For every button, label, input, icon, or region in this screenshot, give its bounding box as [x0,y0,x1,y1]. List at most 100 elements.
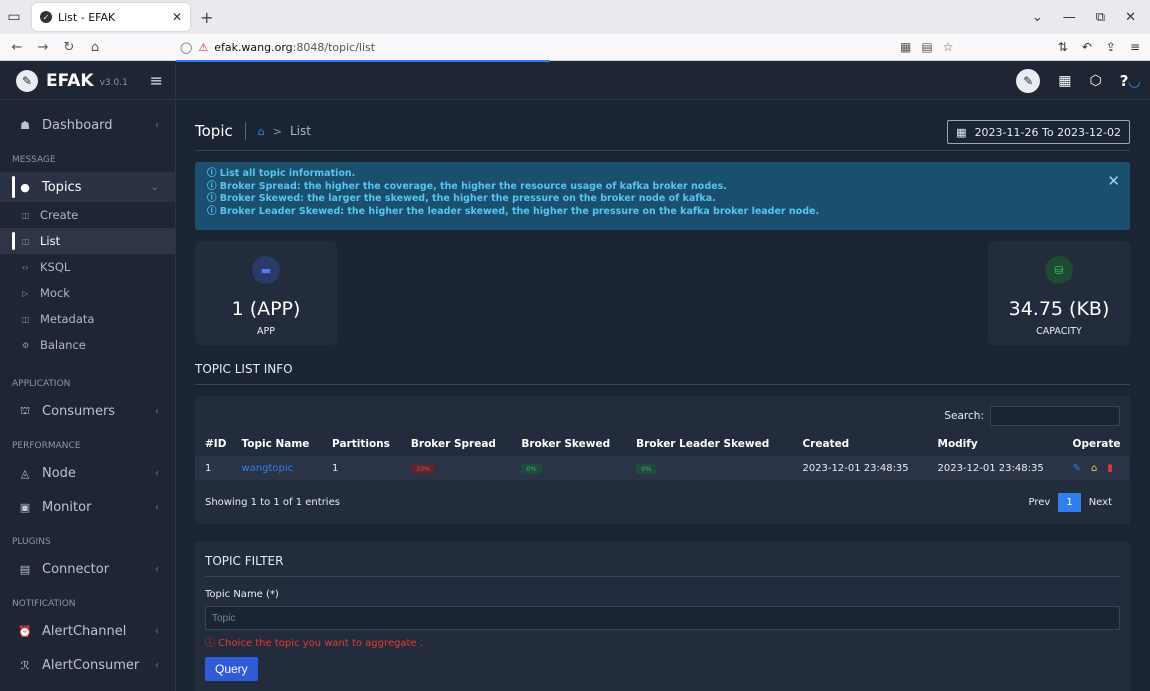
clean-icon[interactable]: ⌂ [1091,463,1097,474]
share-icon[interactable]: ⇪ [1106,40,1116,54]
browser-tab[interactable]: ✓ List - EFAK ✕ [32,3,190,31]
cube-icon[interactable]: ⬡ [1090,73,1102,89]
section-application: APPLICATION [12,379,71,389]
sidebar-sub-metadata[interactable]: ◫ Metadata [0,306,175,332]
col-topic-name[interactable]: Topic Name [232,432,323,456]
divider [205,576,1120,577]
topic-link[interactable]: wangtopic [242,463,294,474]
restore-icon[interactable]: ⧉ [1096,10,1105,25]
home-icon[interactable]: ⌂ [258,125,265,138]
sidebar-sub-label: Mock [40,286,70,300]
tab-title: List - EFAK [58,10,116,24]
insecure-lock-icon[interactable]: ⚠ [198,41,208,54]
search-label: Search: [944,410,984,422]
prev-button[interactable]: Prev [1021,493,1059,512]
sidebar-sub-create[interactable]: ◫ Create [0,202,175,228]
stat-label: APP [257,326,275,337]
dashboard-icon: ☗ [20,118,30,132]
back-icon[interactable]: ← [6,40,28,55]
alert-line: ⓘ Broker Skewed: the larger the skewed, … [207,193,716,204]
efak-logo-icon: ✎ [16,69,38,92]
help-icon[interactable]: ?◡ [1120,72,1140,90]
sidebar-item-node[interactable]: ◬ Node ‹ [0,458,175,488]
tab-list-icon[interactable]: ▭ [0,0,28,34]
edit-icon[interactable]: ✎ [1073,463,1081,474]
section-notification: NOTIFICATION [12,599,76,609]
chevron-down-icon: ⌄ [150,181,159,193]
tab-favicon-icon: ✓ [40,11,52,23]
cell-id: 1 [195,456,232,480]
delete-icon[interactable]: ▮ [1107,463,1113,474]
cell-broker-spread: 33% [400,456,512,480]
sidebar-item-label: Connector [42,561,110,577]
forward-icon[interactable]: → [32,40,54,55]
sidebar-item-consumers[interactable]: ⛫ Consumers ‹ [0,396,175,426]
sidebar-item-monitor[interactable]: ▣ Monitor ‹ [0,492,175,522]
topic-hint: ⓘ Choice the topic you want to aggregate… [205,638,423,649]
user-avatar[interactable]: ✎ [1016,68,1041,93]
topic-filter-card: TOPIC FILTER Topic Name (*) ⓘ Choice the… [195,542,1130,691]
topic-name-input[interactable] [205,606,1120,630]
close-window-icon[interactable]: ✕ [1125,10,1136,25]
metadata-icon: ◫ [22,314,30,324]
chevron-left-icon: ‹ [155,119,159,131]
stat-value: 34.75 (KB) [1008,298,1110,320]
alert-close-icon[interactable]: ✕ [1107,172,1120,190]
list-icon: ◫ [22,236,30,246]
col-broker-skewed[interactable]: Broker Skewed [511,432,626,456]
sidebar-sub-label: List [40,234,61,248]
sidebar-sub-ksql[interactable]: ‹› KSQL [0,254,175,280]
col-operate: Operate [1072,438,1121,450]
topic-table: #ID Topic Name Partitions Broker Spread … [195,432,1130,480]
sidebar-sub-balance[interactable]: ⚙ Balance [0,332,175,358]
tab-dropdown-icon[interactable]: ⌄ [1032,10,1043,25]
sidebar-item-dashboard[interactable]: ☗ Dashboard ‹ [0,110,175,140]
skewed-badge: 0% [521,463,542,474]
col-id[interactable]: #ID [195,432,232,456]
balance-icon: ⚙ [22,340,30,350]
brand: ✎ EFAK v3.0.1 ≡ [0,62,175,100]
send-icon: ▷ [22,288,29,298]
sidebar-item-label: Consumers [42,403,116,419]
col-partitions[interactable]: Partitions [322,432,401,456]
sidebar-sub-label: Metadata [40,312,95,326]
menu-icon[interactable]: ≡ [1130,40,1140,54]
table-row: 1 wangtopic 1 33% 0% 0% 2023-12-01 23:48… [195,456,1130,480]
search-input[interactable] [990,406,1120,426]
reader-icon[interactable]: ▤ [921,40,932,54]
chevron-left-icon: ‹ [155,501,159,513]
history-back-icon[interactable]: ↶ [1082,40,1092,54]
table-info: Showing 1 to 1 of 1 entries [205,497,340,508]
sidebar-sub-label: KSQL [40,260,71,274]
col-broker-spread[interactable]: Broker Spread [401,432,511,456]
col-broker-leader-skewed[interactable]: Broker Leader Skewed [626,432,792,456]
alert-user-icon: ℛ [20,658,30,672]
col-created[interactable]: Created [792,432,927,456]
address-bar[interactable]: ◯ ⚠ efak.wang.org :8048/topic/list [180,41,900,54]
apps-grid-icon[interactable]: ▦ [1058,73,1071,89]
date-range-picker[interactable]: ▦ 2023-11-26 To 2023-12-02 [947,120,1130,144]
sidebar-sub-mock[interactable]: ▷ Mock [0,280,175,306]
qr-icon[interactable]: ▦ [900,40,911,54]
col-modify[interactable]: Modify [928,432,1063,456]
new-tab-icon[interactable]: + [200,8,213,27]
sidebar-item-topics[interactable]: ● Topics ⌄ [0,172,175,202]
extensions-icon[interactable]: ⇅ [1058,40,1068,54]
home-icon[interactable]: ⌂ [84,40,106,55]
bookmark-star-icon[interactable]: ☆ [943,40,954,54]
reload-icon[interactable]: ↻ [58,40,80,55]
tab-close-icon[interactable]: ✕ [172,10,182,24]
hamburger-icon[interactable]: ≡ [150,71,163,90]
sidebar-item-connector[interactable]: ▤ Connector ‹ [0,554,175,584]
section-performance: PERFORMANCE [12,441,81,451]
query-button[interactable]: Query [205,657,258,681]
section-plugins: PLUGINS [12,537,51,547]
leader-skewed-badge: 0% [636,463,657,474]
sidebar-item-alertchannel[interactable]: ⏰ AlertChannel ‹ [0,616,175,646]
sidebar-sub-list[interactable]: ◫ List [0,228,175,254]
sidebar-item-alertconsumer[interactable]: ℛ AlertConsumer ‹ [0,650,175,680]
page-button[interactable]: 1 [1058,493,1081,512]
minimize-icon[interactable]: — [1063,10,1076,25]
next-button[interactable]: Next [1081,493,1120,512]
sidebar: ✎ EFAK v3.0.1 ≡ ☗ Dashboard ‹ MESSAGE ● … [0,62,176,691]
